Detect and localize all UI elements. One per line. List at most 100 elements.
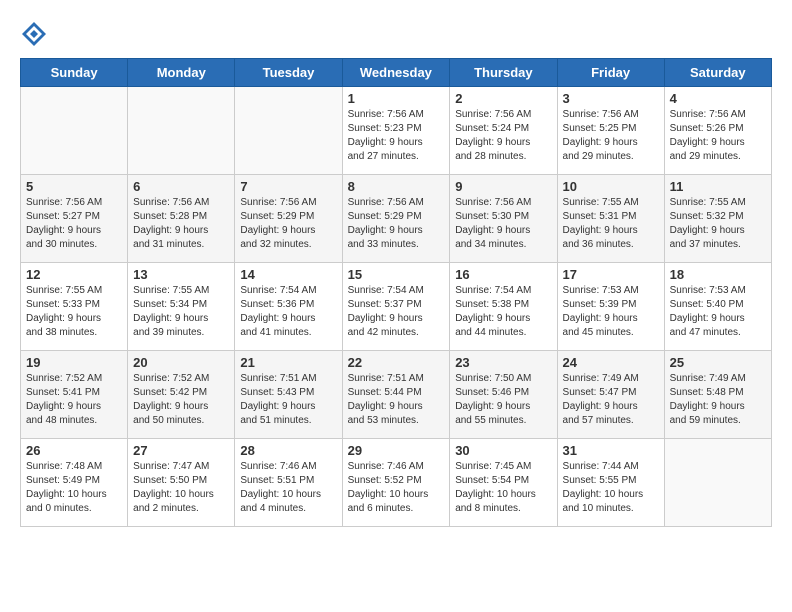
calendar-cell: 30 Sunrise: 7:45 AM Sunset: 5:54 PM Dayli…	[450, 439, 557, 527]
day-number: 26	[26, 443, 122, 458]
calendar-cell: 22 Sunrise: 7:51 AM Sunset: 5:44 PM Dayli…	[342, 351, 450, 439]
weekday-header: Wednesday	[342, 59, 450, 87]
day-info: Sunrise: 7:52 AM Sunset: 5:41 PM Dayligh…	[26, 372, 122, 428]
day-number: 21	[240, 355, 336, 370]
calendar-week-row: 19 Sunrise: 7:52 AM Sunset: 5:41 PM Dayli…	[21, 351, 772, 439]
day-number: 7	[240, 179, 336, 194]
day-info: Sunrise: 7:49 AM Sunset: 5:47 PM Dayligh…	[563, 372, 659, 428]
calendar-week-row: 1 Sunrise: 7:56 AM Sunset: 5:23 PM Daylig…	[21, 87, 772, 175]
day-info: Sunrise: 7:51 AM Sunset: 5:43 PM Dayligh…	[240, 372, 336, 428]
calendar-cell: 24Sunrise: 7:49 AM Sunset: 5:47 PM Dayli…	[557, 351, 664, 439]
day-number: 9	[455, 179, 551, 194]
day-info: Sunrise: 7:56 AM Sunset: 5:28 PM Dayligh…	[133, 196, 229, 252]
calendar-cell: 4 Sunrise: 7:56 AM Sunset: 5:26 PM Daylig…	[664, 87, 771, 175]
day-number: 20	[133, 355, 229, 370]
day-number: 30	[455, 443, 551, 458]
calendar-cell: 15 Sunrise: 7:54 AM Sunset: 5:37 PM Dayli…	[342, 263, 450, 351]
day-info: Sunrise: 7:50 AM Sunset: 5:46 PM Dayligh…	[455, 372, 551, 428]
day-info: Sunrise: 7:56 AM Sunset: 5:29 PM Dayligh…	[348, 196, 445, 252]
day-number: 11	[670, 179, 766, 194]
calendar-cell: 16 Sunrise: 7:54 AM Sunset: 5:38 PM Dayli…	[450, 263, 557, 351]
day-info: Sunrise: 7:55 AM Sunset: 5:33 PM Dayligh…	[26, 284, 122, 340]
calendar-cell: 26 Sunrise: 7:48 AM Sunset: 5:49 PM Dayli…	[21, 439, 128, 527]
day-number: 4	[670, 91, 766, 106]
calendar-cell	[21, 87, 128, 175]
day-info: Sunrise: 7:51 AM Sunset: 5:44 PM Dayligh…	[348, 372, 445, 428]
day-info: Sunrise: 7:54 AM Sunset: 5:36 PM Dayligh…	[240, 284, 336, 340]
weekday-header-row: SundayMondayTuesdayWednesdayThursdayFrid…	[21, 59, 772, 87]
day-number: 16	[455, 267, 551, 282]
calendar-cell: 8 Sunrise: 7:56 AM Sunset: 5:29 PM Daylig…	[342, 175, 450, 263]
calendar-cell: 6 Sunrise: 7:56 AM Sunset: 5:28 PM Daylig…	[128, 175, 235, 263]
calendar-cell: 31 Sunrise: 7:44 AM Sunset: 5:55 PM Dayli…	[557, 439, 664, 527]
day-number: 5	[26, 179, 122, 194]
calendar-week-row: 12 Sunrise: 7:55 AM Sunset: 5:33 PM Dayli…	[21, 263, 772, 351]
day-number: 10	[563, 179, 659, 194]
calendar-cell: 28Sunrise: 7:46 AM Sunset: 5:51 PM Dayli…	[235, 439, 342, 527]
weekday-header: Friday	[557, 59, 664, 87]
calendar-cell: 11 Sunrise: 7:55 AM Sunset: 5:32 PM Dayli…	[664, 175, 771, 263]
day-info: Sunrise: 7:55 AM Sunset: 5:32 PM Dayligh…	[670, 196, 766, 252]
calendar-cell: 7 Sunrise: 7:56 AM Sunset: 5:29 PM Daylig…	[235, 175, 342, 263]
day-info: Sunrise: 7:46 AM Sunset: 5:52 PM Dayligh…	[348, 460, 445, 516]
day-number: 8	[348, 179, 445, 194]
day-number: 29	[348, 443, 445, 458]
day-number: 1	[348, 91, 445, 106]
day-number: 19	[26, 355, 122, 370]
day-number: 14	[240, 267, 336, 282]
day-info: Sunrise: 7:44 AM Sunset: 5:55 PM Dayligh…	[563, 460, 659, 516]
day-number: 13	[133, 267, 229, 282]
calendar-cell: 9 Sunrise: 7:56 AM Sunset: 5:30 PM Daylig…	[450, 175, 557, 263]
logo	[20, 20, 52, 48]
day-info: Sunrise: 7:54 AM Sunset: 5:37 PM Dayligh…	[348, 284, 445, 340]
calendar-cell: 14 Sunrise: 7:54 AM Sunset: 5:36 PM Dayli…	[235, 263, 342, 351]
calendar-cell: 27 Sunrise: 7:47 AM Sunset: 5:50 PM Dayli…	[128, 439, 235, 527]
weekday-header: Tuesday	[235, 59, 342, 87]
calendar-cell: 10Sunrise: 7:55 AM Sunset: 5:31 PM Dayli…	[557, 175, 664, 263]
day-info: Sunrise: 7:54 AM Sunset: 5:38 PM Dayligh…	[455, 284, 551, 340]
day-number: 15	[348, 267, 445, 282]
day-number: 27	[133, 443, 229, 458]
day-number: 22	[348, 355, 445, 370]
page-header	[20, 20, 772, 48]
day-info: Sunrise: 7:45 AM Sunset: 5:54 PM Dayligh…	[455, 460, 551, 516]
weekday-header: Saturday	[664, 59, 771, 87]
logo-icon	[20, 20, 48, 48]
calendar-cell: 3Sunrise: 7:56 AM Sunset: 5:25 PM Daylig…	[557, 87, 664, 175]
calendar-week-row: 5 Sunrise: 7:56 AM Sunset: 5:27 PM Daylig…	[21, 175, 772, 263]
calendar-cell: 2Sunrise: 7:56 AM Sunset: 5:24 PM Daylig…	[450, 87, 557, 175]
day-info: Sunrise: 7:48 AM Sunset: 5:49 PM Dayligh…	[26, 460, 122, 516]
calendar-cell: 1 Sunrise: 7:56 AM Sunset: 5:23 PM Daylig…	[342, 87, 450, 175]
day-number: 12	[26, 267, 122, 282]
calendar-week-row: 26 Sunrise: 7:48 AM Sunset: 5:49 PM Dayli…	[21, 439, 772, 527]
day-info: Sunrise: 7:56 AM Sunset: 5:30 PM Dayligh…	[455, 196, 551, 252]
day-info: Sunrise: 7:47 AM Sunset: 5:50 PM Dayligh…	[133, 460, 229, 516]
calendar-cell: 25Sunrise: 7:49 AM Sunset: 5:48 PM Dayli…	[664, 351, 771, 439]
day-info: Sunrise: 7:55 AM Sunset: 5:34 PM Dayligh…	[133, 284, 229, 340]
day-info: Sunrise: 7:56 AM Sunset: 5:24 PM Dayligh…	[455, 108, 551, 164]
day-info: Sunrise: 7:56 AM Sunset: 5:29 PM Dayligh…	[240, 196, 336, 252]
day-info: Sunrise: 7:56 AM Sunset: 5:23 PM Dayligh…	[348, 108, 445, 164]
day-number: 18	[670, 267, 766, 282]
day-info: Sunrise: 7:56 AM Sunset: 5:27 PM Dayligh…	[26, 196, 122, 252]
day-info: Sunrise: 7:56 AM Sunset: 5:26 PM Dayligh…	[670, 108, 766, 164]
calendar-cell	[664, 439, 771, 527]
day-number: 23	[455, 355, 551, 370]
calendar-cell: 20Sunrise: 7:52 AM Sunset: 5:42 PM Dayli…	[128, 351, 235, 439]
calendar-cell: 21 Sunrise: 7:51 AM Sunset: 5:43 PM Dayli…	[235, 351, 342, 439]
day-info: Sunrise: 7:56 AM Sunset: 5:25 PM Dayligh…	[563, 108, 659, 164]
weekday-header: Monday	[128, 59, 235, 87]
day-info: Sunrise: 7:49 AM Sunset: 5:48 PM Dayligh…	[670, 372, 766, 428]
day-number: 6	[133, 179, 229, 194]
calendar-cell: 13 Sunrise: 7:55 AM Sunset: 5:34 PM Dayli…	[128, 263, 235, 351]
calendar-cell: 19 Sunrise: 7:52 AM Sunset: 5:41 PM Dayli…	[21, 351, 128, 439]
calendar-cell: 5 Sunrise: 7:56 AM Sunset: 5:27 PM Daylig…	[21, 175, 128, 263]
day-info: Sunrise: 7:53 AM Sunset: 5:40 PM Dayligh…	[670, 284, 766, 340]
weekday-header: Thursday	[450, 59, 557, 87]
calendar-cell: 17 Sunrise: 7:53 AM Sunset: 5:39 PM Dayli…	[557, 263, 664, 351]
day-number: 31	[563, 443, 659, 458]
calendar-cell: 18 Sunrise: 7:53 AM Sunset: 5:40 PM Dayli…	[664, 263, 771, 351]
day-number: 28	[240, 443, 336, 458]
day-number: 17	[563, 267, 659, 282]
day-info: Sunrise: 7:53 AM Sunset: 5:39 PM Dayligh…	[563, 284, 659, 340]
